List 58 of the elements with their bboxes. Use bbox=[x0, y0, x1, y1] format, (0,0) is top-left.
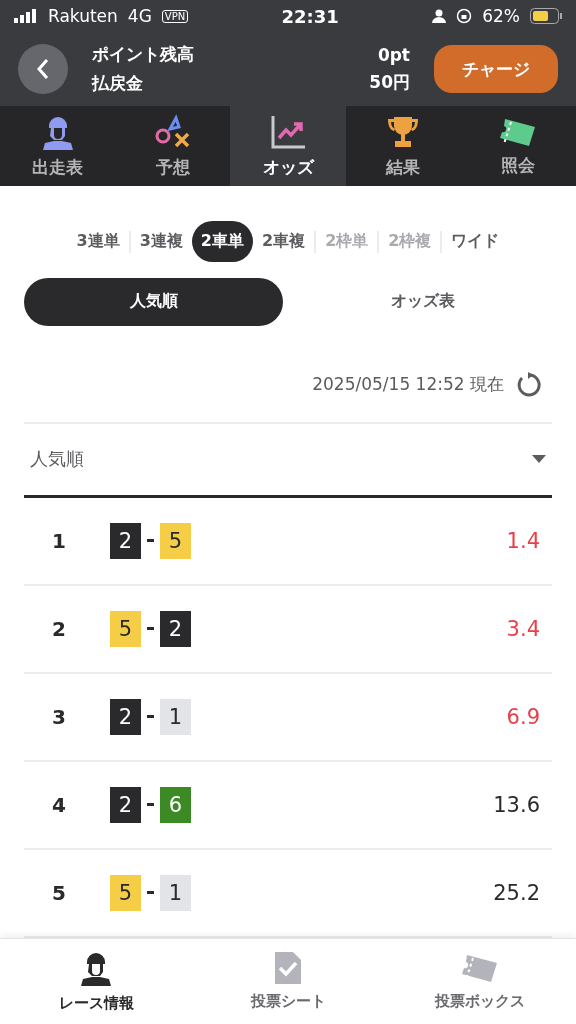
car-number: 5 bbox=[110, 874, 141, 911]
nav-tab[interactable]: 照会 bbox=[460, 106, 576, 187]
view-toggle[interactable]: 人気順 bbox=[24, 277, 283, 326]
car-number: 5 bbox=[110, 610, 141, 647]
bottom-nav-item[interactable]: 投票ボックス bbox=[384, 938, 576, 1024]
rank-number: 4 bbox=[52, 792, 67, 817]
rank-number: 1 bbox=[52, 528, 67, 553]
clock: 22:31 bbox=[280, 5, 340, 27]
odds-value: 25.2 bbox=[492, 880, 540, 905]
nav-tab[interactable]: オッズ bbox=[230, 106, 346, 187]
balance-label: ポイント残高 bbox=[92, 43, 194, 66]
car-number: 2 bbox=[110, 698, 141, 735]
odds-value: 3.4 bbox=[505, 616, 540, 641]
bet-type-tab[interactable]: 3連複 bbox=[130, 221, 192, 263]
nav-tab[interactable]: 結果 bbox=[345, 106, 461, 187]
sort-select[interactable]: 人気順 bbox=[24, 421, 552, 498]
network-type: 4G bbox=[127, 6, 152, 26]
car-number: 1 bbox=[160, 874, 191, 911]
balance-value: 0pt bbox=[377, 44, 410, 65]
bet-type-tab[interactable]: ワイド bbox=[442, 221, 509, 263]
car-number: 1 bbox=[160, 698, 191, 735]
rank-number: 5 bbox=[52, 880, 67, 905]
bet-type-tab[interactable]: 2車単 bbox=[191, 221, 253, 263]
rotation-lock-icon bbox=[456, 8, 473, 24]
odds-value: 6.9 bbox=[505, 704, 540, 729]
nav-tab[interactable]: 出走表 bbox=[0, 106, 116, 187]
update-time: 2025/05/15 12:52 現在 bbox=[312, 373, 504, 397]
bottom-nav-item[interactable]: 投票シート bbox=[192, 938, 384, 1024]
battery-percent: 62% bbox=[482, 6, 520, 26]
back-icon bbox=[36, 58, 50, 80]
charge-button[interactable]: チャージ bbox=[434, 45, 558, 93]
circle-triangle-cross-icon bbox=[153, 113, 192, 150]
back-button[interactable] bbox=[18, 44, 68, 94]
balance-label: 払戻金 bbox=[92, 72, 143, 95]
rank-number: 3 bbox=[52, 704, 67, 729]
view-toggle[interactable]: オッズ表 bbox=[293, 277, 552, 326]
rank-number: 2 bbox=[52, 616, 67, 641]
bet-type-tab[interactable]: 3連単 bbox=[67, 221, 129, 263]
odds-value: 13.6 bbox=[492, 792, 540, 817]
carrier-name: Rakuten bbox=[48, 6, 118, 26]
bet-type-tab[interactable]: 2車複 bbox=[253, 221, 315, 263]
checked-sheet-icon bbox=[275, 951, 301, 984]
battery-icon bbox=[530, 8, 562, 24]
car-number: 6 bbox=[160, 786, 191, 823]
car-number: 2 bbox=[110, 522, 141, 559]
car-number: 5 bbox=[160, 522, 191, 559]
refresh-icon[interactable] bbox=[516, 371, 542, 398]
nav-tab[interactable]: 予想 bbox=[115, 106, 231, 187]
balance-value: 50円 bbox=[369, 70, 410, 94]
car-number: 2 bbox=[110, 786, 141, 823]
dropdown-caret-icon bbox=[532, 455, 546, 464]
bottom-nav-item[interactable]: レース情報 bbox=[0, 938, 192, 1024]
line-chart-icon bbox=[270, 113, 306, 150]
vpn-badge: VPN bbox=[161, 9, 189, 23]
odds-value: 1.4 bbox=[505, 528, 540, 553]
person-icon bbox=[432, 9, 447, 23]
car-number: 2 bbox=[160, 610, 191, 647]
signal-icon bbox=[14, 9, 38, 23]
